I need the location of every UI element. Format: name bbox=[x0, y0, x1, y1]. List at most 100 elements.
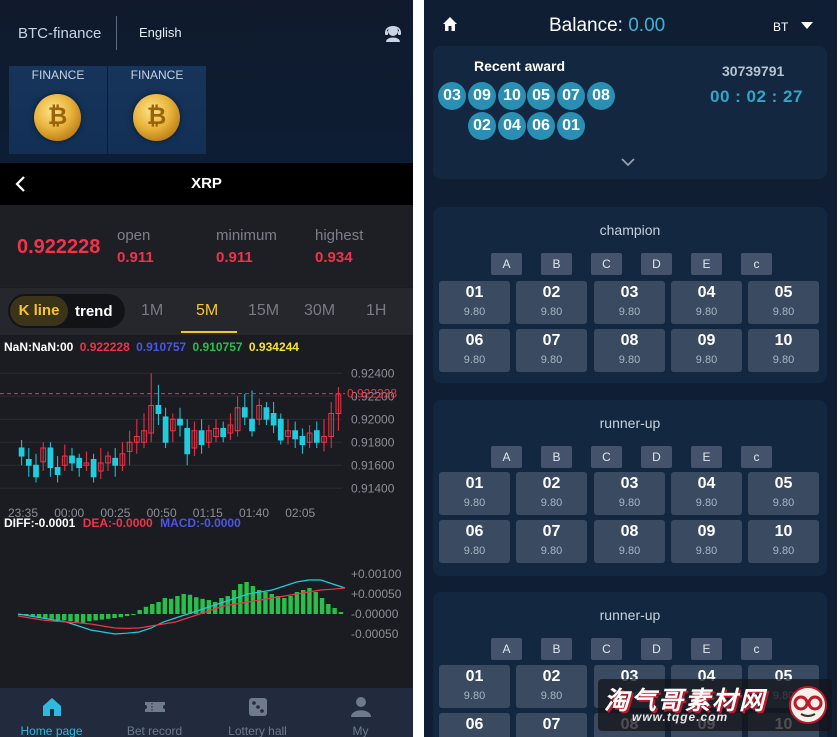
tag-c-lower[interactable]: c bbox=[741, 446, 772, 468]
candle-down bbox=[313, 430, 320, 443]
tag-c-lower[interactable]: c bbox=[741, 253, 772, 275]
bet-cell[interactable]: 01 9.80 bbox=[439, 665, 510, 708]
nav-my[interactable]: My bbox=[309, 688, 412, 737]
nav-lottery-hall[interactable]: Lottery hall bbox=[206, 688, 309, 737]
bet-odds: 9.80 bbox=[772, 354, 795, 366]
bet-cell[interactable]: 099.80 bbox=[671, 329, 742, 372]
tag-e[interactable]: E bbox=[691, 638, 722, 660]
legend-macd: MACD:-0.0000 bbox=[160, 516, 241, 530]
tag-d[interactable]: D bbox=[641, 253, 672, 275]
finance-card[interactable]: FINANCE ₿ bbox=[9, 66, 107, 154]
tab-trend[interactable]: trend bbox=[75, 303, 113, 320]
bet-cell[interactable]: 069.80 bbox=[439, 713, 510, 737]
tag-b[interactable]: B bbox=[541, 638, 572, 660]
candle-down bbox=[198, 430, 205, 446]
home-icon[interactable] bbox=[442, 16, 458, 32]
tab-interval-1h[interactable]: 1H bbox=[366, 302, 386, 320]
bet-cell[interactable]: 02 9.80 bbox=[516, 281, 587, 324]
bet-cell[interactable]: 01 9.80 bbox=[439, 281, 510, 324]
bet-cell[interactable]: 039.80 bbox=[594, 281, 665, 324]
candle-down bbox=[54, 467, 61, 475]
bet-cell[interactable]: 069.80 bbox=[439, 329, 510, 372]
bet-cell[interactable]: 109.80 bbox=[748, 520, 819, 563]
tag-e[interactable]: E bbox=[691, 253, 722, 275]
tag-d[interactable]: D bbox=[641, 638, 672, 660]
bet-number: 05 bbox=[774, 475, 793, 492]
x-tick-label: 01:40 bbox=[239, 506, 269, 520]
chevron-down-icon[interactable] bbox=[621, 157, 635, 167]
tag-a[interactable]: A bbox=[491, 446, 522, 468]
bet-number: 03 bbox=[620, 284, 639, 301]
brand-name: BTC-finance bbox=[18, 25, 102, 42]
bet-number: 06 bbox=[465, 332, 484, 349]
nav-bet-record[interactable]: Bet record bbox=[103, 688, 206, 737]
y-tick-label: -0.00000 bbox=[351, 607, 399, 621]
tag-b[interactable]: B bbox=[541, 253, 572, 275]
bet-cell[interactable]: 02 9.80 bbox=[516, 472, 587, 515]
candle-down bbox=[76, 457, 83, 469]
bet-odds: 9.80 bbox=[772, 306, 795, 318]
bet-cell[interactable]: 049.80 bbox=[671, 281, 742, 324]
award-ball: 02 bbox=[468, 112, 496, 140]
bet-cell[interactable]: 089.80 bbox=[594, 520, 665, 563]
balance-label: Balance: bbox=[549, 15, 623, 36]
tab-kline[interactable]: K line bbox=[10, 296, 68, 326]
bet-cell[interactable]: 079.80 bbox=[516, 713, 587, 737]
candle-down bbox=[90, 459, 97, 478]
watermark-url: www.tqge.com bbox=[632, 710, 729, 724]
bet-odds: 9.80 bbox=[618, 497, 641, 509]
tag-e[interactable]: E bbox=[691, 446, 722, 468]
language-selector[interactable]: English bbox=[139, 25, 182, 40]
bet-cell[interactable]: 099.80 bbox=[671, 520, 742, 563]
macd-bar bbox=[326, 604, 331, 614]
bet-cell[interactable]: 039.80 bbox=[594, 472, 665, 515]
open-label: open bbox=[117, 227, 151, 244]
bet-section-champion: champion A B C D E c 01 9.80 02 9.80 03 9.8… bbox=[433, 207, 827, 383]
bet-cell[interactable]: 059.80 bbox=[748, 472, 819, 515]
tag-d[interactable]: D bbox=[641, 446, 672, 468]
bet-cell[interactable]: 059.80 bbox=[748, 281, 819, 324]
tag-a[interactable]: A bbox=[491, 253, 522, 275]
recent-award-title: Recent award bbox=[474, 58, 566, 74]
bet-cell[interactable]: 02 9.80 bbox=[516, 665, 587, 708]
ticket-icon bbox=[145, 702, 165, 712]
user-headset-icon[interactable] bbox=[383, 23, 403, 43]
bet-number: 05 bbox=[774, 284, 793, 301]
candle-down bbox=[277, 418, 284, 441]
tab-interval-30m[interactable]: 30M bbox=[304, 302, 335, 320]
tag-c[interactable]: C bbox=[591, 253, 622, 275]
tab-interval-5m[interactable]: 5M bbox=[196, 302, 218, 320]
award-ball: 04 bbox=[498, 112, 526, 140]
bottom-nav: Home page Bet record Lottery hall My bbox=[0, 688, 413, 737]
finance-card[interactable]: FINANCE ₿ bbox=[108, 66, 206, 154]
bet-cell[interactable]: 079.80 bbox=[516, 329, 587, 372]
tag-c-lower[interactable]: c bbox=[741, 638, 772, 660]
caret-down-icon[interactable] bbox=[801, 22, 813, 29]
bitcoin-coin-icon: ₿ bbox=[133, 94, 180, 141]
macd-bar bbox=[131, 614, 136, 615]
bet-cell[interactable]: 089.80 bbox=[594, 329, 665, 372]
tab-interval-1m[interactable]: 1M bbox=[141, 302, 163, 320]
bet-cell[interactable]: 01 9.80 bbox=[439, 472, 510, 515]
tag-c[interactable]: C bbox=[591, 446, 622, 468]
award-ball: 05 bbox=[527, 82, 555, 110]
chart-area[interactable]: NaN:NaN:00 0.922228 0.910757 0.910757 0.… bbox=[0, 336, 413, 688]
bet-odds: 9.80 bbox=[772, 497, 795, 509]
macd-bar bbox=[338, 612, 344, 614]
candle-down bbox=[220, 427, 227, 437]
tag-a[interactable]: A bbox=[491, 638, 522, 660]
tag-b[interactable]: B bbox=[541, 446, 572, 468]
nav-home[interactable]: Home page bbox=[0, 688, 103, 737]
bet-cell[interactable]: 069.80 bbox=[439, 520, 510, 563]
bet-number: 04 bbox=[697, 284, 716, 301]
award-ball: 08 bbox=[587, 82, 615, 110]
bet-cell[interactable]: 109.80 bbox=[748, 329, 819, 372]
macd-chart: +0.00100 +0.00050 -0.00000 -0.00050 bbox=[17, 567, 402, 641]
bet-cell[interactable]: 079.80 bbox=[516, 520, 587, 563]
bet-cell[interactable]: 049.80 bbox=[671, 472, 742, 515]
tab-interval-15m[interactable]: 15M bbox=[248, 302, 279, 320]
tag-c[interactable]: C bbox=[591, 638, 622, 660]
candle-down bbox=[155, 404, 162, 415]
currency-select[interactable]: BT bbox=[773, 20, 788, 34]
open-value: 0.911 bbox=[117, 249, 154, 266]
